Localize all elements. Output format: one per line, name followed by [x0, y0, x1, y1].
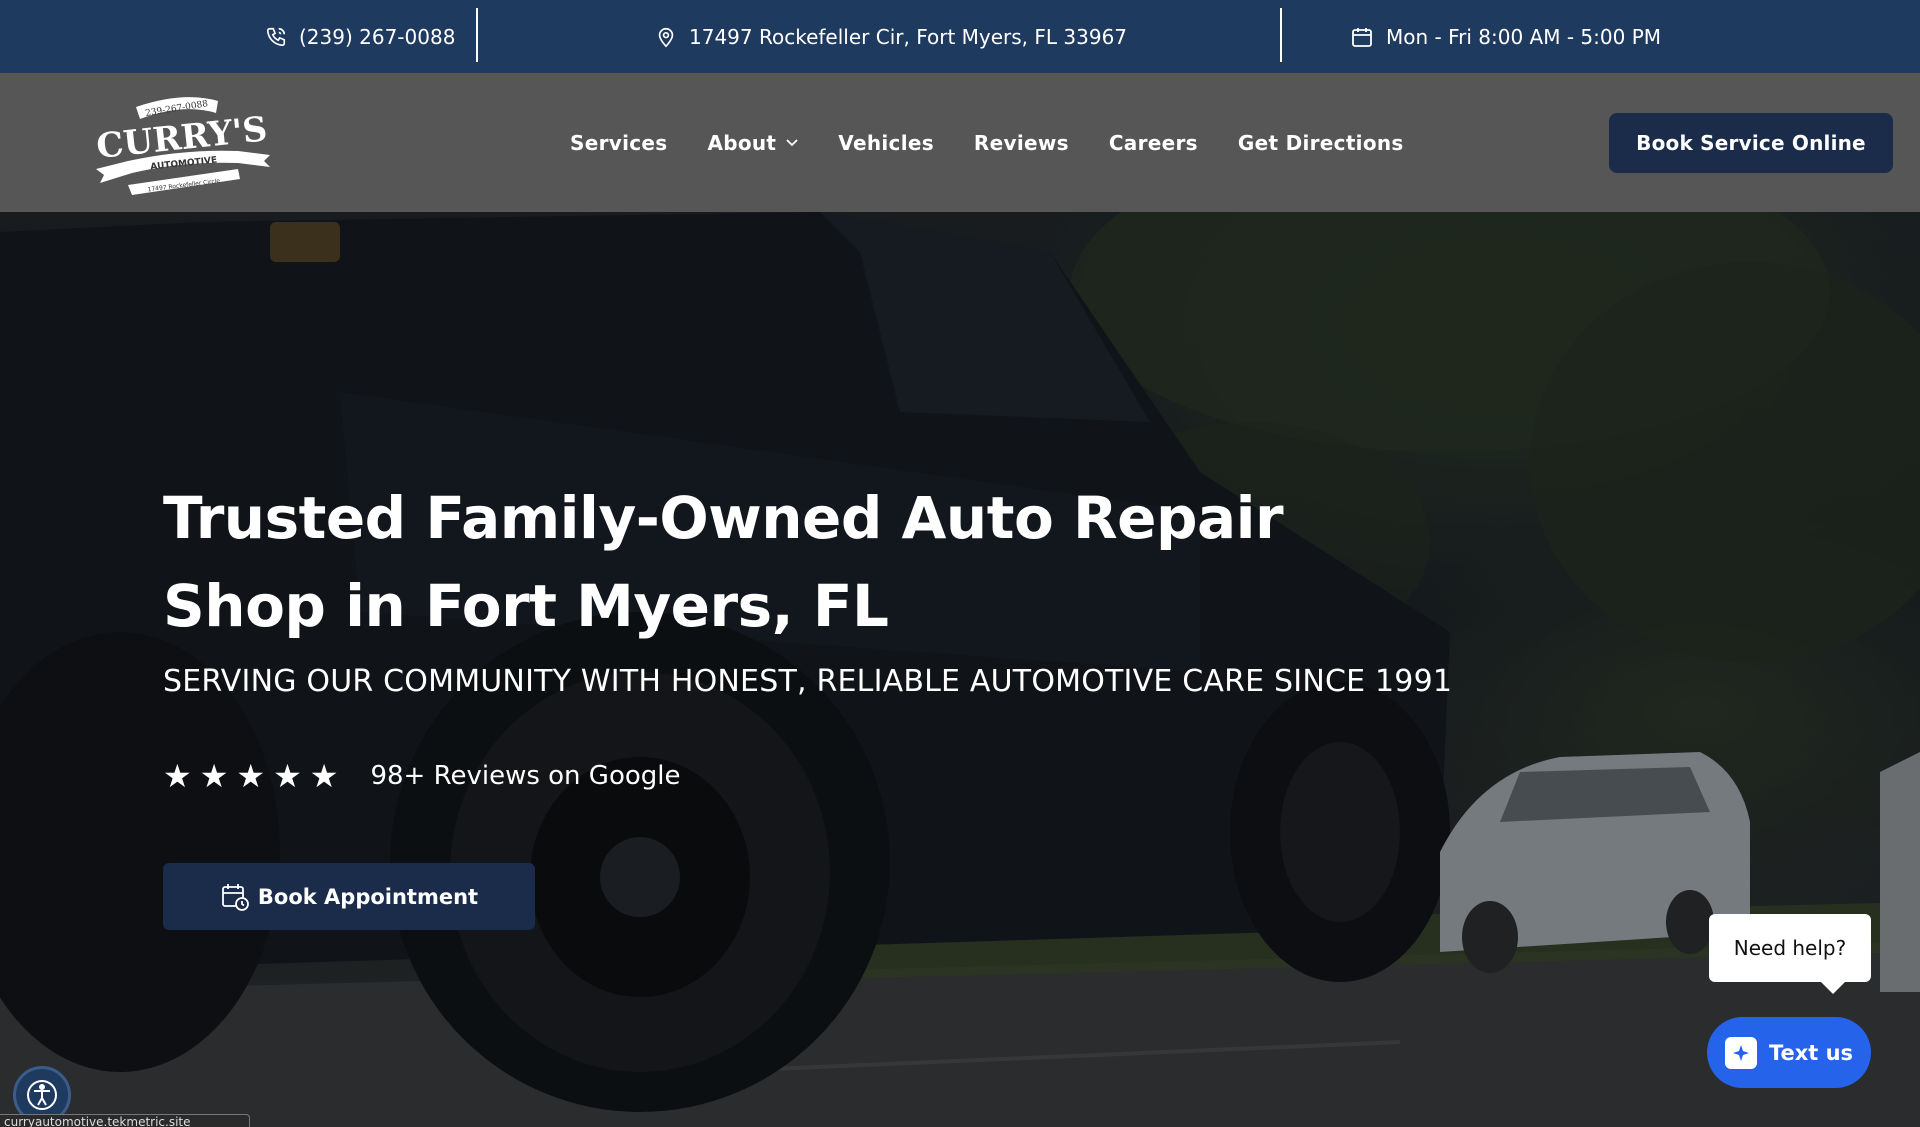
star-icon: ★ [163, 757, 192, 795]
nav-reviews-label: Reviews [973, 130, 1069, 155]
phone-contact[interactable]: (239) 267-0088 [265, 25, 455, 49]
top-info-bar: (239) 267-0088 17497 Rockefeller Cir, Fo… [0, 0, 1920, 73]
status-bar-url: curryautomotive.tekmetric.site [0, 1114, 250, 1127]
chat-sparkle-icon [1724, 1036, 1757, 1069]
book-service-online-button[interactable]: Book Service Online [1609, 113, 1893, 173]
nav-reviews[interactable]: Reviews [974, 131, 1069, 155]
book-appointment-button[interactable]: Book Appointment [163, 863, 535, 930]
bubble-tail [1821, 982, 1845, 994]
book-appointment-label: Book Appointment [257, 884, 479, 909]
hours-info: Mon - Fri 8:00 AM - 5:00 PM [1350, 25, 1661, 49]
nav-about-label: About [707, 130, 777, 155]
text-us-label: Text us [1768, 1040, 1854, 1065]
currys-automotive-logo[interactable]: 239-267-0088 CURRY'S AUTOMOTIVE 17497 Ro… [88, 91, 278, 199]
nav-careers[interactable]: Careers [1109, 131, 1198, 155]
star-icon: ★ [199, 757, 229, 795]
nav-services-label: Services [570, 130, 668, 155]
need-help-bubble[interactable]: Need help? [1709, 914, 1871, 994]
text-us-button[interactable]: Text us [1707, 1017, 1871, 1088]
hours-text: Mon - Fri 8:00 AM - 5:00 PM [1386, 24, 1662, 49]
nav-get-directions[interactable]: Get Directions [1238, 131, 1404, 155]
rating-stars: ★ ★ ★ ★ ★ [163, 760, 338, 792]
need-help-text: Need help? [1733, 936, 1847, 960]
nav-about[interactable]: About [707, 131, 798, 155]
hero-section: Trusted Family-Owned Auto Repair Shop in… [0, 212, 1920, 1127]
hero-headline-line-1: Trusted Family-Owned Auto Repair [163, 484, 1284, 552]
star-icon: ★ [309, 757, 339, 795]
calendar-clock-icon [222, 883, 249, 911]
address-text[interactable]: 17497 Rockefeller Cir, Fort Myers, FL 33… [689, 25, 1127, 49]
location-pin-icon [658, 27, 674, 47]
nav-get-directions-label: Get Directions [1237, 130, 1404, 155]
hero-headline-line-2: Shop in Fort Myers, FL [163, 572, 889, 640]
star-icon: ★ [236, 757, 266, 795]
nav-careers-label: Careers [1108, 130, 1198, 155]
main-nav: 239-267-0088 CURRY'S AUTOMOTIVE 17497 Ro… [0, 73, 1920, 212]
topbar-divider [476, 8, 478, 62]
rating-text[interactable]: 98+ Reviews on Google [370, 761, 680, 791]
hero-headline: Trusted Family-Owned Auto Repair Shop in… [163, 474, 1313, 650]
nav-services[interactable]: Services [570, 131, 667, 155]
google-rating[interactable]: ★ ★ ★ ★ ★ 98+ Reviews on Google [163, 760, 680, 792]
phone-icon [266, 27, 286, 46]
nav-menu: Services About Vehicles Reviews Careers … [570, 73, 1404, 212]
nav-vehicles-label: Vehicles [838, 130, 934, 155]
star-icon: ★ [273, 757, 302, 795]
phone-text[interactable]: (239) 267-0088 [299, 25, 455, 49]
accessibility-icon [27, 1080, 57, 1110]
topbar-divider [1280, 8, 1282, 62]
hero-subheadline: SERVING OUR COMMUNITY WITH HONEST, RELIA… [163, 664, 1453, 699]
calendar-icon [1352, 27, 1372, 47]
chevron-down-icon [786, 138, 798, 146]
nav-vehicles[interactable]: Vehicles [838, 131, 934, 155]
address-contact[interactable]: 17497 Rockefeller Cir, Fort Myers, FL 33… [655, 25, 1127, 49]
